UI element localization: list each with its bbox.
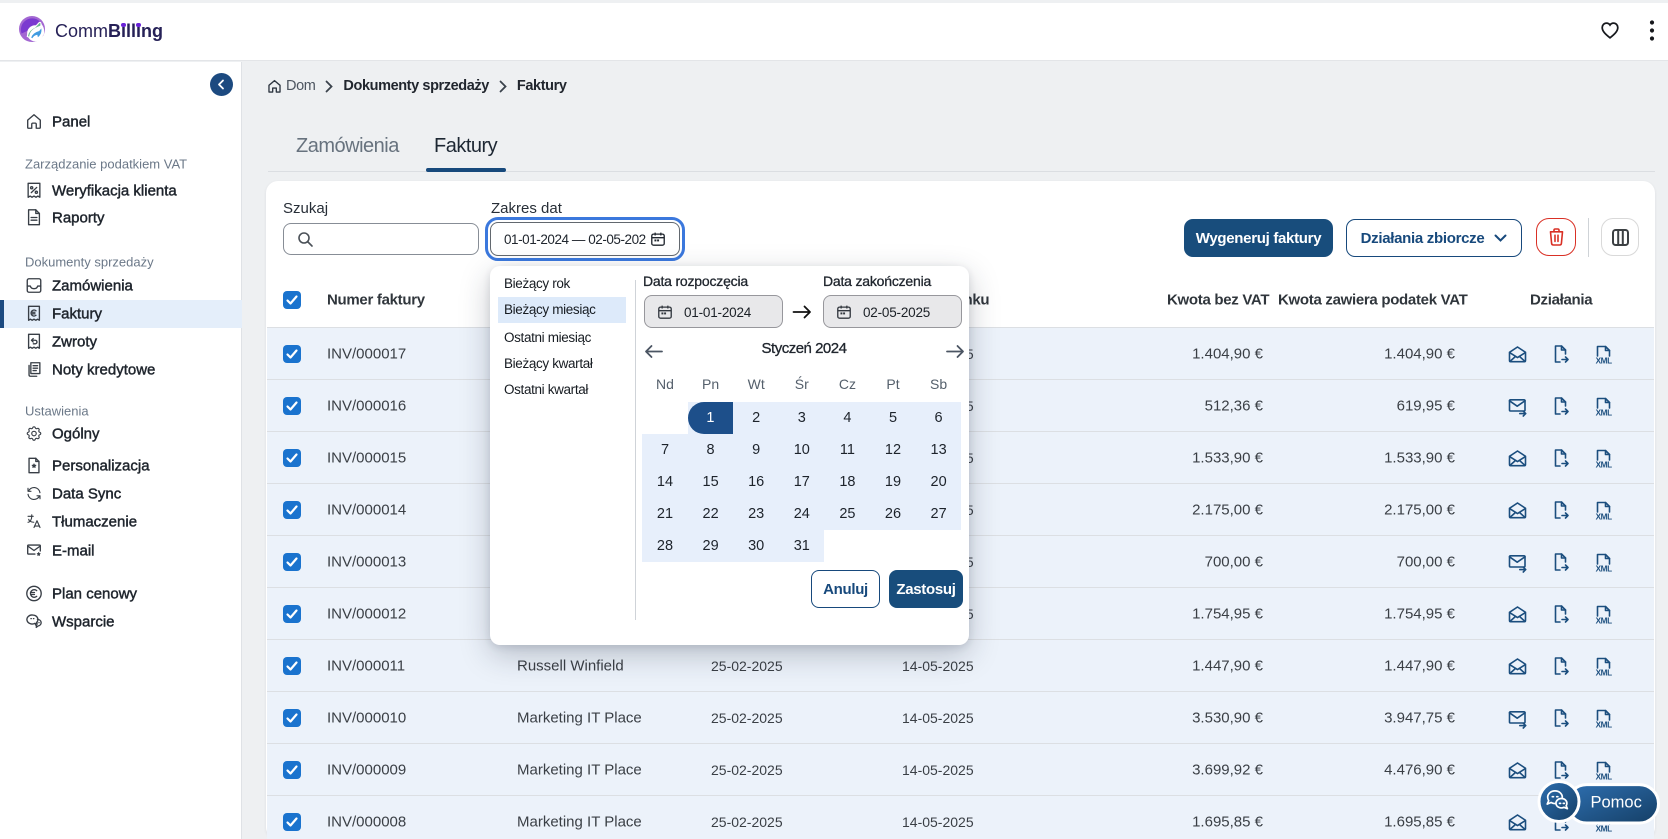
svg-text:Pomoc: Pomoc bbox=[1591, 794, 1642, 812]
svg-text:XML: XML bbox=[1596, 616, 1612, 625]
svg-text:XML: XML bbox=[1596, 564, 1612, 573]
svg-text:XML: XML bbox=[1596, 460, 1612, 469]
svg-text:XML: XML bbox=[1596, 408, 1612, 417]
svg-text:XML: XML bbox=[1596, 512, 1612, 521]
svg-text:XML: XML bbox=[1596, 668, 1612, 677]
svg-text:XML: XML bbox=[1596, 356, 1612, 365]
svg-text:XML: XML bbox=[1596, 720, 1612, 729]
